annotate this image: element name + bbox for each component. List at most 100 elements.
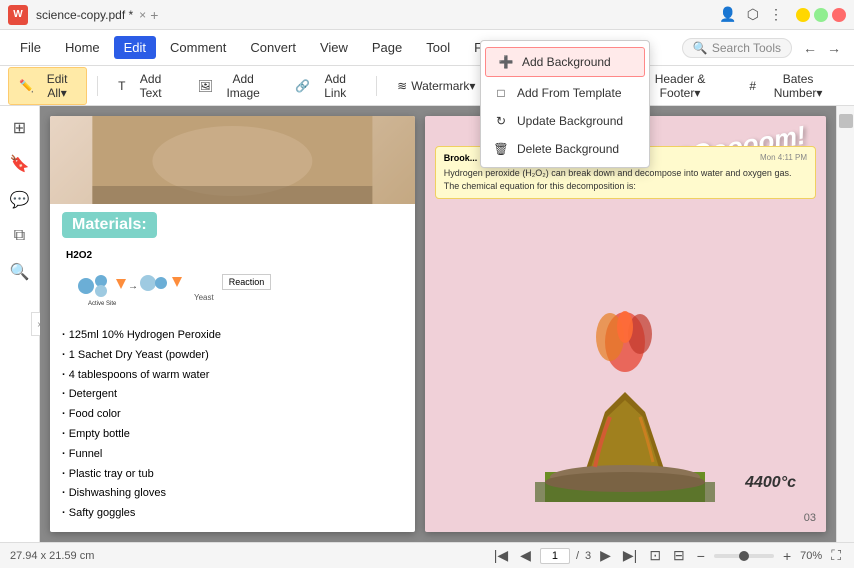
next-page-btn[interactable]: ▶ [597, 547, 614, 564]
add-from-template-item[interactable]: □ Add From Template [481, 79, 649, 107]
list-item: Food color [62, 405, 403, 425]
maximize-button[interactable] [814, 8, 828, 22]
page-separator: / [576, 550, 579, 562]
zoom-in-btn[interactable]: + [780, 548, 794, 564]
forward-button[interactable]: → [824, 40, 844, 56]
list-item: Funnel [62, 445, 403, 465]
user-icon[interactable]: 👤 [716, 6, 739, 23]
close-tab-btn[interactable]: × [139, 8, 146, 22]
materials-section: Materials: H2O2 Active Site [50, 204, 415, 532]
main-content: Materials: H2O2 Active Site [40, 106, 836, 542]
more-options-icon[interactable]: ⋮ [766, 6, 786, 23]
comment-text: Hydrogen peroxide (H₂O₂) can break down … [444, 167, 807, 192]
list-item: Empty bottle [62, 425, 403, 445]
zoom-level: 70% [800, 550, 822, 562]
menu-page[interactable]: Page [362, 36, 412, 59]
menu-bar: File Home Edit Comment Convert View Page… [0, 30, 854, 66]
fullscreen-btn[interactable]: ⛶ [828, 547, 844, 564]
add-text-button[interactable]: T Add Text [108, 68, 182, 104]
fit-width-btn[interactable]: ⊟ [670, 547, 688, 564]
text-icon: T [118, 79, 125, 93]
comment-time: Mon 4:11 PM [760, 153, 807, 163]
sidebar-comment-icon[interactable]: 💬 [6, 186, 34, 214]
slider-thumb [739, 551, 749, 561]
sidebar-search-icon[interactable]: 🔍 [6, 258, 34, 286]
prev-page-btn[interactable]: ◀ [517, 547, 534, 564]
temp-label: 4400°c [745, 474, 796, 492]
right-sidebar [836, 106, 854, 542]
minimize-button[interactable] [796, 8, 810, 22]
search-tools[interactable]: 🔍 Search Tools [682, 38, 792, 58]
sidebar-bookmark-icon[interactable]: 🔖 [6, 150, 34, 178]
list-item: Detergent [62, 385, 403, 405]
menu-file[interactable]: File [10, 36, 51, 59]
menu-home[interactable]: Home [55, 36, 110, 59]
list-item: Dishwashing gloves [62, 484, 403, 504]
svg-text:→: → [128, 281, 138, 292]
separator [97, 76, 98, 96]
back-button[interactable]: ← [800, 40, 820, 56]
background-dropdown-menu: ➕ Add Background □ Add From Template ↻ U… [480, 40, 650, 168]
h2o2-label: H2O2 [66, 250, 186, 261]
bates-number-button[interactable]: # Bates Number▾ [739, 68, 846, 104]
slider-track [714, 554, 774, 558]
close-button[interactable] [832, 8, 846, 22]
menu-tool[interactable]: Tool [416, 36, 460, 59]
watermark-button[interactable]: ≋ Watermark▾ [387, 75, 485, 97]
extensions-icon[interactable]: ⬡ [744, 6, 762, 23]
update-background-item[interactable]: ↻ Update Background [481, 107, 649, 135]
list-item: 125ml 10% Hydrogen Peroxide [62, 326, 403, 346]
page-number: 03 [804, 512, 816, 524]
menu-comment[interactable]: Comment [160, 36, 236, 59]
list-item: Safty goggles [62, 504, 403, 524]
comment-author: Brook... [444, 153, 478, 163]
menu-convert[interactable]: Convert [240, 36, 306, 59]
menu-edit[interactable]: Edit [114, 36, 156, 59]
edit-all-button[interactable]: ✏️ Edit All▾ [8, 67, 87, 105]
list-item: 4 tablespoons of warm water [62, 366, 403, 386]
menu-view[interactable]: View [310, 36, 358, 59]
zoom-slider[interactable] [714, 554, 774, 558]
status-bar: 27.94 x 21.59 cm |◀ ◀ / 3 ▶ ▶| ⊡ ⊟ − + 7… [0, 542, 854, 568]
volcano-image [525, 282, 725, 502]
add-image-button[interactable]: 🖼 Add Image [188, 68, 280, 104]
update-icon: ↻ [493, 113, 509, 129]
new-tab-btn[interactable]: + [150, 7, 158, 23]
template-icon: □ [493, 85, 509, 101]
list-item: Plastic tray or tub [62, 465, 403, 485]
yeast-label: Yeast [194, 293, 214, 302]
right-sidebar-icon [839, 114, 853, 128]
add-link-button[interactable]: 🔗 Add Link [285, 68, 366, 104]
bates-icon: # [749, 79, 756, 93]
list-item: 1 Sachet Dry Yeast (powder) [62, 346, 403, 366]
toolbar: ✏️ Edit All▾ T Add Text 🖼 Add Image 🔗 Ad… [0, 66, 854, 106]
add-icon: ➕ [498, 54, 514, 70]
app-logo: W [8, 5, 28, 25]
page-top-image [50, 116, 415, 204]
image-icon: 🖼 [198, 79, 213, 93]
watermark-icon: ≋ [397, 79, 407, 93]
first-page-btn[interactable]: |◀ [491, 547, 511, 564]
zoom-out-btn[interactable]: − [694, 548, 708, 564]
page-container: Materials: H2O2 Active Site [50, 116, 826, 532]
link-icon: 🔗 [295, 79, 310, 93]
left-page: Materials: H2O2 Active Site [50, 116, 415, 532]
fit-page-btn[interactable]: ⊡ [646, 547, 664, 564]
separator2 [376, 76, 377, 96]
title-bar: W science-copy.pdf * × + 👤 ⬡ ⋮ [0, 0, 854, 30]
last-page-btn[interactable]: ▶| [620, 547, 640, 564]
delete-icon: 🗑 [493, 141, 509, 157]
page-input[interactable] [540, 548, 570, 564]
delete-background-item[interactable]: 🗑 Delete Background [481, 135, 649, 163]
total-pages: 3 [585, 550, 591, 562]
edit-icon: ✏️ [19, 79, 34, 93]
yeast-diagram: H2O2 Active Site → [62, 246, 403, 318]
sidebar-thumbnail-icon[interactable]: ⊞ [6, 114, 34, 142]
materials-list: 125ml 10% Hydrogen Peroxide 1 Sachet Dry… [62, 326, 403, 524]
status-bar-right: |◀ ◀ / 3 ▶ ▶| ⊡ ⊟ − + 70% ⛶ [491, 547, 844, 564]
dimensions-label: 27.94 x 21.59 cm [10, 550, 94, 562]
add-background-item[interactable]: ➕ Add Background [485, 47, 645, 77]
sidebar-layers-icon[interactable]: ⧉ [6, 222, 34, 250]
filename: science-copy.pdf * [36, 8, 133, 22]
left-sidebar: ⊞ 🔖 💬 ⧉ 🔍 › [0, 106, 40, 542]
